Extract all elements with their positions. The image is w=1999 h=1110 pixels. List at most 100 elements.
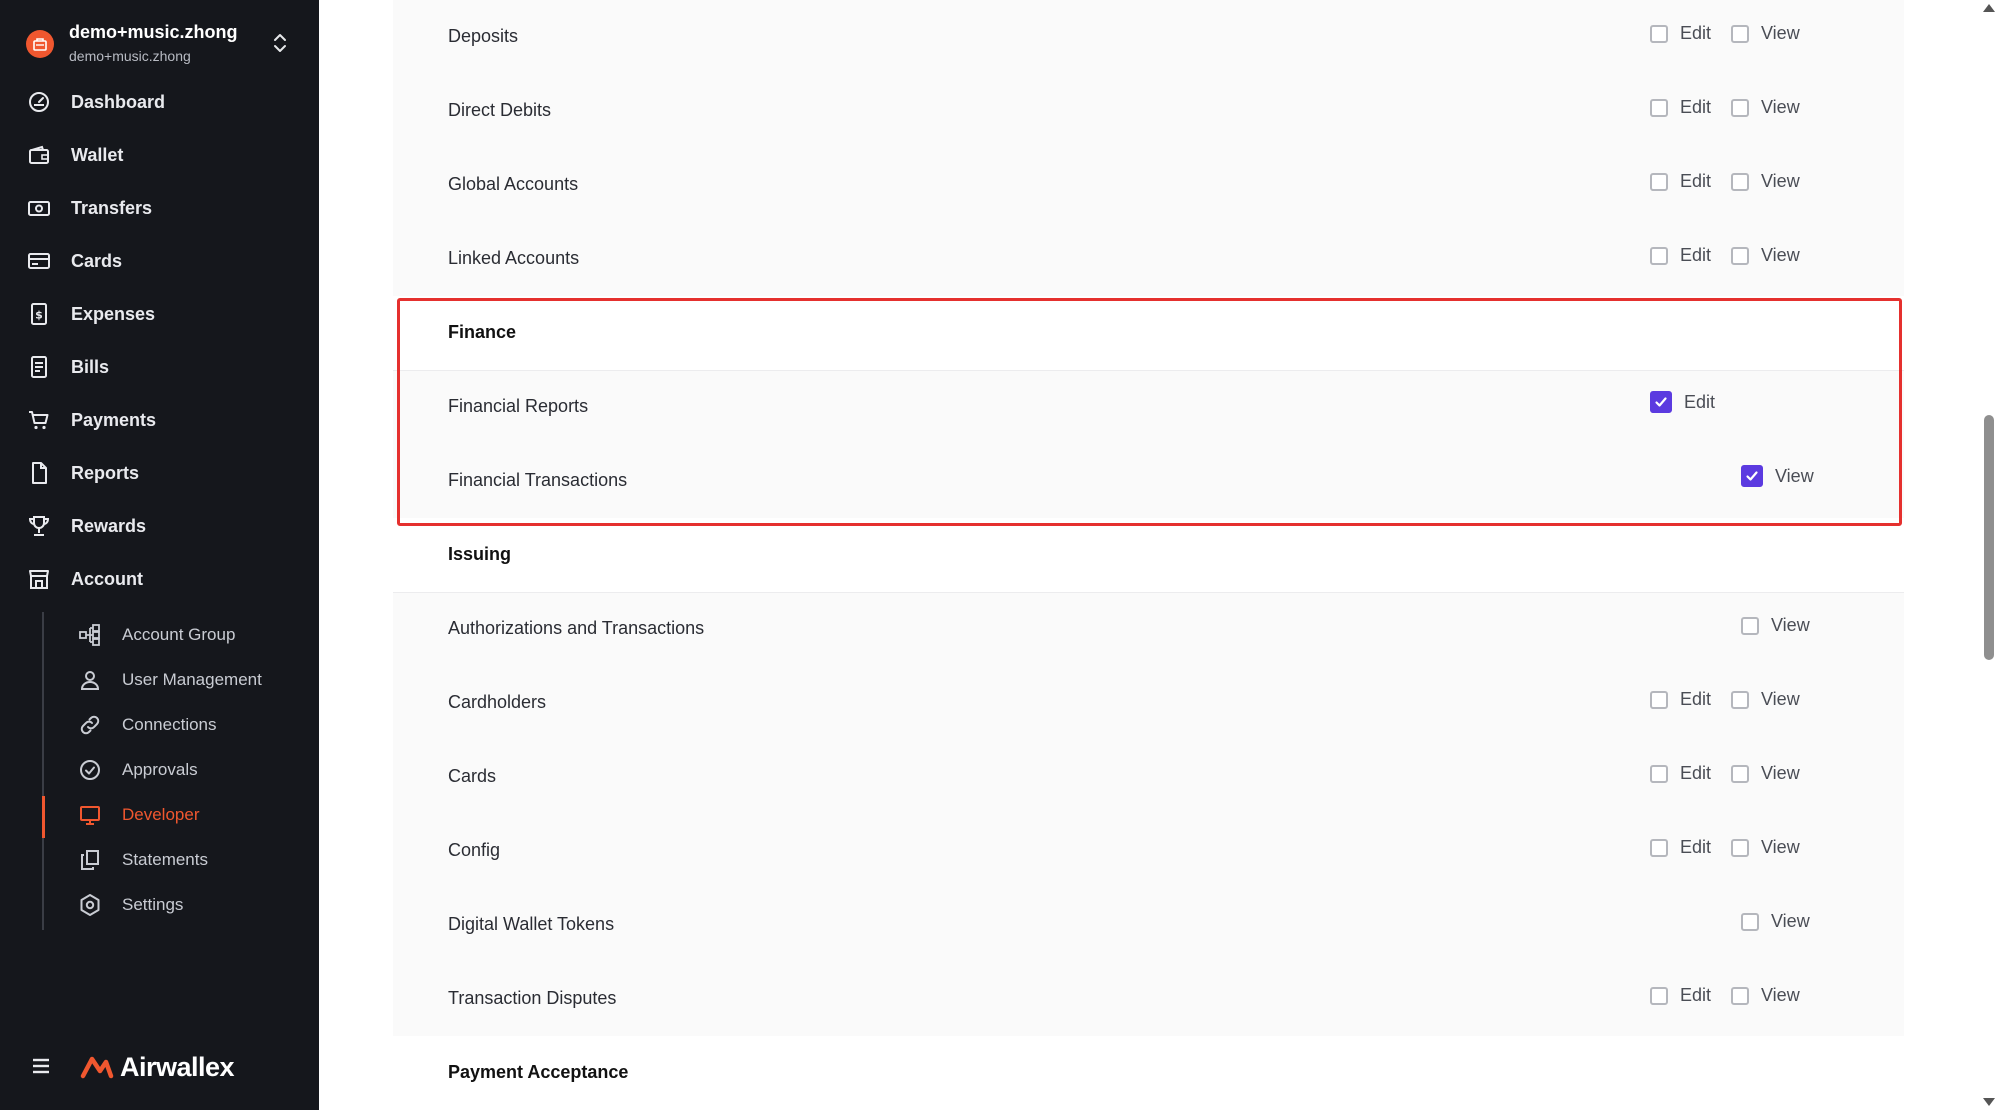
view-permission[interactable]: View <box>1731 97 1800 118</box>
edit-checkbox[interactable] <box>1650 838 1668 857</box>
view-checkbox[interactable] <box>1731 764 1749 783</box>
edit-permission[interactable]: Edit <box>1650 245 1711 266</box>
view-label: View <box>1761 837 1800 857</box>
scrollbar-thumb[interactable] <box>1984 415 1994 660</box>
brand-mark-icon <box>80 1054 114 1080</box>
view-label: View <box>1761 689 1800 709</box>
view-permission[interactable]: View <box>1731 171 1800 192</box>
account-switcher[interactable]: demo+music.zhong demo+music.zhong <box>26 18 296 68</box>
edit-permission[interactable]: Edit <box>1650 23 1711 44</box>
row-label: Digital Wallet Tokens <box>448 914 615 934</box>
view-permission[interactable]: View <box>1741 615 1810 636</box>
view-label: View <box>1775 465 1814 486</box>
view-permission[interactable]: View <box>1731 689 1800 710</box>
view-permission[interactable]: View <box>1731 245 1800 266</box>
sidebar-item-account-group[interactable]: Account Group <box>78 615 308 655</box>
nav-item-expenses[interactable]: $ Expenses <box>26 294 296 334</box>
view-permission[interactable]: View <box>1731 837 1800 858</box>
edit-permission[interactable]: Edit <box>1650 97 1711 118</box>
sidebar-item-settings[interactable]: Settings <box>78 885 308 925</box>
page-scrollbar[interactable] <box>1978 0 1999 1110</box>
edit-checkbox[interactable] <box>1650 690 1668 709</box>
view-permission[interactable]: View <box>1731 985 1800 1006</box>
sidebar-item-statements[interactable]: Statements <box>78 840 308 880</box>
submenu-label: Connections <box>122 715 217 734</box>
edit-checkbox[interactable] <box>1650 24 1668 43</box>
edit-checkbox[interactable] <box>1650 764 1668 783</box>
edit-permission[interactable]: Edit <box>1650 391 1715 413</box>
view-checkbox[interactable] <box>1731 690 1749 709</box>
view-checkbox[interactable] <box>1731 172 1749 191</box>
edit-label: Edit <box>1680 837 1712 857</box>
permission-row-cardholders: Cardholders Edit View <box>393 666 1904 740</box>
edit-permission[interactable]: Edit <box>1650 763 1711 784</box>
view-checkbox[interactable] <box>1731 98 1749 117</box>
nav-item-dashboard[interactable]: Dashboard <box>26 82 296 122</box>
link-icon <box>78 713 102 737</box>
view-permission[interactable]: View <box>1741 911 1810 932</box>
edit-checkbox[interactable] <box>1650 246 1668 265</box>
nav-item-payments[interactable]: Payments <box>26 400 296 440</box>
edit-checkbox[interactable] <box>1650 986 1668 1005</box>
permission-row-digital-wallet-tokens: Digital Wallet Tokens View <box>393 888 1904 962</box>
view-checkbox[interactable] <box>1731 24 1749 43</box>
view-checkbox[interactable] <box>1741 912 1759 931</box>
submenu-label: User Management <box>122 670 262 689</box>
edit-checkbox[interactable] <box>1650 172 1668 191</box>
edit-permission[interactable]: Edit <box>1650 985 1711 1006</box>
row-label: Financial Reports <box>448 396 589 416</box>
view-checkbox[interactable] <box>1731 838 1749 857</box>
nav-item-reports[interactable]: Reports <box>26 453 296 493</box>
scroll-up-arrow-icon[interactable] <box>1983 4 1995 12</box>
view-permission[interactable]: View <box>1731 23 1800 44</box>
edit-label: Edit <box>1680 171 1712 191</box>
scroll-down-arrow-icon[interactable] <box>1983 1098 1995 1106</box>
edit-label: Edit <box>1680 97 1712 117</box>
nav-item-bills[interactable]: Bills <box>26 347 296 387</box>
view-label: View <box>1761 171 1800 191</box>
submenu-label: Statements <box>122 850 208 869</box>
view-label: View <box>1761 985 1800 1005</box>
edit-checkbox-checked[interactable] <box>1650 391 1672 413</box>
view-checkbox[interactable] <box>1731 986 1749 1005</box>
view-permission[interactable]: View <box>1741 465 1814 487</box>
nav-item-account[interactable]: Account <box>26 559 296 599</box>
submenu-label: Account Group <box>122 625 236 644</box>
chevron-up-down-icon[interactable] <box>272 32 288 54</box>
edit-label: Edit <box>1680 763 1712 783</box>
edit-permission[interactable]: Edit <box>1650 689 1711 710</box>
nav-item-wallet[interactable]: Wallet <box>26 135 296 175</box>
row-label: Authorizations and Transactions <box>448 618 705 638</box>
view-checkbox-checked[interactable] <box>1741 465 1763 487</box>
cards-icon <box>26 248 52 274</box>
user-icon <box>78 668 102 692</box>
edit-checkbox[interactable] <box>1650 98 1668 117</box>
edit-label: Edit <box>1684 391 1716 412</box>
row-label: Financial Transactions <box>448 470 628 490</box>
edit-permission[interactable]: Edit <box>1650 171 1711 192</box>
row-label: Config <box>448 840 501 860</box>
section-title: Issuing <box>448 544 512 564</box>
row-label: Transaction Disputes <box>448 988 617 1008</box>
nav-label: Wallet <box>71 144 124 165</box>
edit-permission[interactable]: Edit <box>1650 837 1711 858</box>
nav-item-transfers[interactable]: Transfers <box>26 188 296 228</box>
nav-label: Cards <box>71 250 123 271</box>
permission-row-linked-accounts: Linked Accounts Edit View <box>393 222 1904 296</box>
sidebar-item-developer[interactable]: Developer <box>78 795 308 835</box>
sidebar: demo+music.zhong demo+music.zhong Dashbo… <box>0 0 319 1110</box>
hamburger-menu-icon[interactable] <box>30 1056 54 1076</box>
permission-row-direct-debits: Direct Debits Edit View <box>393 74 1904 148</box>
view-permission[interactable]: View <box>1731 763 1800 784</box>
sidebar-item-approvals[interactable]: Approvals <box>78 750 308 790</box>
view-checkbox[interactable] <box>1741 616 1759 635</box>
view-label: View <box>1761 245 1800 265</box>
permission-row-global-accounts: Global Accounts Edit View <box>393 148 1904 222</box>
view-checkbox[interactable] <box>1731 246 1749 265</box>
permission-row-config: Config Edit View <box>393 814 1904 888</box>
nav-item-cards[interactable]: Cards <box>26 241 296 281</box>
nav-item-rewards[interactable]: Rewards <box>26 506 296 546</box>
submenu-active-indicator <box>42 796 45 838</box>
sidebar-item-user-management[interactable]: User Management <box>78 660 308 700</box>
sidebar-item-connections[interactable]: Connections <box>78 705 308 745</box>
